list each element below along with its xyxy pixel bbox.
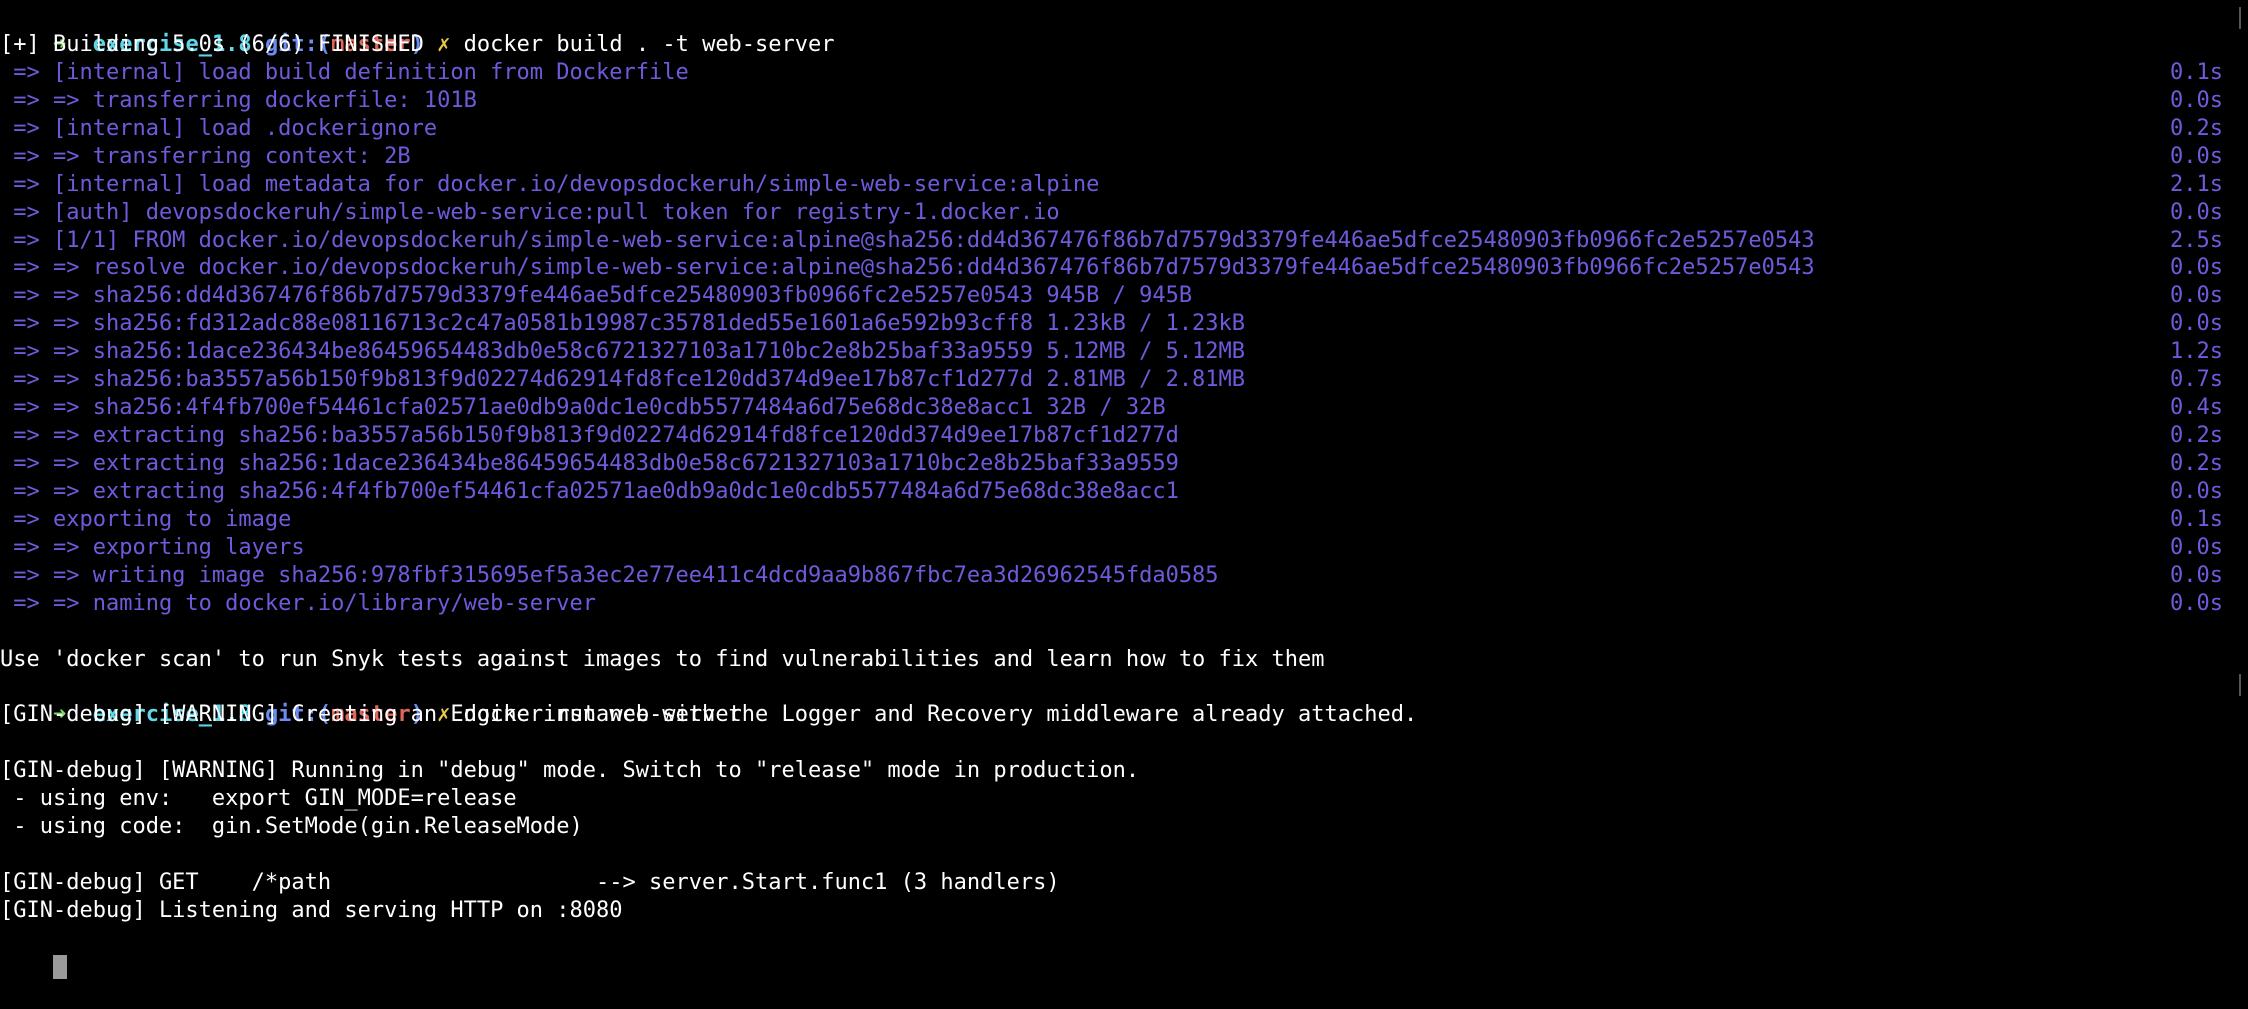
gin-warning-engine: [GIN-debug] [WARNING] Creating an Engine… — [0, 702, 1418, 728]
build-step: => => exporting layers 0.0s — [0, 534, 2228, 562]
build-step: => => extracting sha256:ba3557a56b150f9b… — [0, 422, 2228, 450]
prompt-line-build: ➜ exercise_1.8 git:(master) ✗ docker bui… — [0, 3, 2228, 57]
terminal-cursor[interactable] — [52, 954, 67, 979]
build-step-time: 0.0s — [2170, 283, 2223, 309]
build-step-time: 0.2s — [2170, 451, 2223, 476]
build-step-time: 0.0s — [2170, 143, 2223, 169]
build-step: => => extracting sha256:4f4fb700ef54461c… — [0, 478, 2228, 506]
build-step: => [1/1] FROM docker.io/devopsdockeruh/s… — [0, 227, 2228, 255]
gin-hint-code: - using code: gin.SetMode(gin.ReleaseMod… — [0, 814, 583, 840]
build-step: => [internal] load .dockerignore 0.2s — [0, 115, 2228, 143]
build-step-text: => => transferring dockerfile: 101B — [0, 87, 477, 113]
build-step-time: 1.2s — [2170, 339, 2223, 365]
build-step: => => transferring context: 2B 0.0s — [0, 143, 2228, 171]
build-step: => => writing image sha256:978fbf315695e… — [0, 562, 2228, 590]
build-step-time: 0.0s — [2170, 590, 2223, 616]
build-step: => => sha256:fd312adc88e08116713c2c47a05… — [0, 310, 2228, 338]
build-step-time: 0.0s — [2170, 534, 2223, 560]
build-step-text: => => sha256:ba3557a56b150f9b813f9d02274… — [0, 367, 1246, 393]
build-steps-list: => [internal] load build definition from… — [0, 59, 2248, 618]
build-step-text: => [1/1] FROM docker.io/devopsdockeruh/s… — [0, 227, 1815, 253]
build-step-text: => => extracting sha256:4f4fb700ef54461c… — [0, 478, 1179, 504]
build-step-time: 0.1s — [2170, 506, 2223, 532]
build-step-text: => => resolve docker.io/devopsdockeruh/s… — [0, 255, 1815, 281]
build-step-text: => [auth] devopsdockeruh/simple-web-serv… — [0, 199, 1060, 225]
build-step-time: 0.2s — [2170, 115, 2223, 141]
build-step: => => naming to docker.io/library/web-se… — [0, 590, 2228, 618]
build-step: => exporting to image 0.1s — [0, 506, 2228, 534]
build-step-time: 2.1s — [2170, 171, 2223, 197]
build-step: => [internal] load metadata for docker.i… — [0, 171, 2228, 199]
gin-route-get: [GIN-debug] GET /*path --> server.Start.… — [0, 870, 1060, 896]
build-step-text: => => extracting sha256:ba3557a56b150f9b… — [0, 423, 1179, 449]
terminal-window[interactable]: ➜ exercise_1.8 git:(master) ✗ docker bui… — [0, 3, 2248, 1004]
build-step-text: => => sha256:fd312adc88e08116713c2c47a05… — [0, 311, 1246, 337]
build-step: => => extracting sha256:1dace236434be864… — [0, 450, 2228, 478]
build-step-text: => => sha256:1dace236434be86459654483db0… — [0, 339, 1246, 365]
build-step-text: => => transferring context: 2B — [0, 143, 411, 169]
build-step-time: 2.5s — [2170, 227, 2223, 253]
build-step: => => resolve docker.io/devopsdockeruh/s… — [0, 254, 2228, 282]
build-step: => [internal] load build definition from… — [0, 59, 2228, 87]
build-step-text: => => extracting sha256:1dace236434be864… — [0, 451, 1179, 476]
build-step-time: 0.2s — [2170, 423, 2223, 449]
cursor-line[interactable] — [0, 925, 2228, 979]
build-step: => => sha256:1dace236434be86459654483db0… — [0, 338, 2228, 366]
build-step: => => sha256:dd4d367476f86b7d7579d3379fe… — [0, 282, 2228, 310]
build-step-text: => [internal] load metadata for docker.i… — [0, 171, 1100, 197]
scroll-marker — [2239, 7, 2241, 29]
build-step-text: => => sha256:4f4fb700ef54461cfa02571ae0d… — [0, 395, 1166, 421]
build-step-time: 0.1s — [2170, 59, 2223, 85]
build-header: [+] Building 5.0s (6/6) FINISHED — [0, 31, 424, 57]
build-step-text: => [internal] load build definition from… — [0, 59, 689, 85]
build-step-text: => => writing image sha256:978fbf315695e… — [0, 562, 1219, 588]
build-step-time: 0.0s — [2170, 478, 2223, 504]
gin-listening: [GIN-debug] Listening and serving HTTP o… — [0, 898, 623, 923]
build-step: => => sha256:ba3557a56b150f9b813f9d02274… — [0, 366, 2228, 394]
build-step-text: => exporting to image — [0, 506, 292, 532]
build-step: => => sha256:4f4fb700ef54461cfa02571ae0d… — [0, 394, 2228, 422]
build-step-time: 0.0s — [2170, 87, 2223, 113]
build-step-text: => => naming to docker.io/library/web-se… — [0, 590, 597, 616]
build-step-text: => => exporting layers — [0, 534, 305, 560]
build-step-time: 0.0s — [2170, 199, 2223, 225]
build-step: => [auth] devopsdockeruh/simple-web-serv… — [0, 199, 2228, 227]
build-step-text: => [internal] load .dockerignore — [0, 115, 438, 141]
build-step-time: 0.0s — [2170, 562, 2223, 588]
gin-hint-env: - using env: export GIN_MODE=release — [0, 786, 517, 812]
build-step-time: 0.0s — [2170, 255, 2223, 281]
scroll-marker — [2239, 674, 2241, 696]
build-step-time: 0.7s — [2170, 367, 2223, 393]
build-step-time: 0.4s — [2170, 395, 2223, 421]
prompt-line-run: ➜ exercise_1.8 git:(master) ✗ docker run… — [0, 674, 2228, 727]
build-step-time: 0.0s — [2170, 311, 2223, 337]
gin-warning-debug-mode: [GIN-debug] [WARNING] Running in "debug"… — [0, 758, 1140, 784]
scan-hint: Use 'docker scan' to run Snyk tests agai… — [0, 646, 1325, 672]
build-step: => => transferring dockerfile: 101B 0.0s — [0, 87, 2228, 115]
build-step-text: => => sha256:dd4d367476f86b7d7579d3379fe… — [0, 283, 1193, 309]
